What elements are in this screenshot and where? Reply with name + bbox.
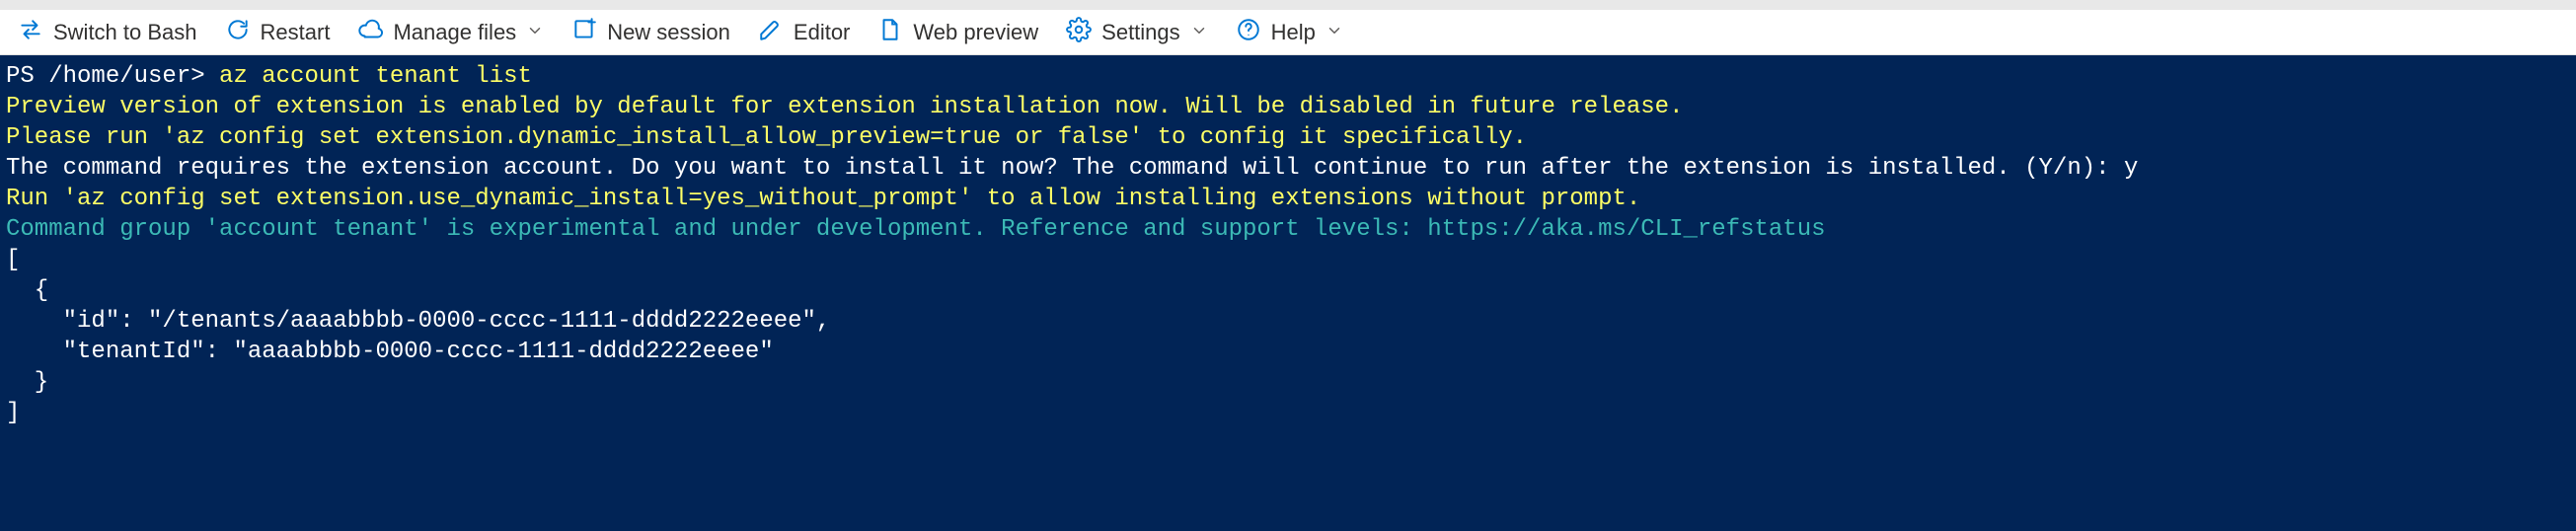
web-preview-label: Web preview (913, 20, 1038, 45)
swap-icon (18, 17, 43, 48)
cloud-shell-toolbar: Switch to Bash Restart Manage files (0, 10, 2576, 55)
editor-icon (758, 17, 784, 48)
cloud-files-icon (357, 17, 383, 48)
chevron-down-icon (526, 20, 544, 45)
web-preview-icon (877, 17, 903, 48)
json-output-line: ] (6, 400, 20, 426)
json-output-line: } (6, 369, 48, 396)
new-session-icon (571, 17, 597, 48)
restart-button[interactable]: Restart (225, 17, 331, 48)
json-output-line: "tenantId": "aaaabbbb-0000-cccc-1111-ddd… (6, 339, 774, 365)
help-button[interactable]: Help (1236, 17, 1343, 48)
editor-button[interactable]: Editor (758, 17, 850, 48)
prompt-prefix: PS /home/user> (6, 63, 219, 90)
dynamic-install-line: Run 'az config set extension.use_dynamic… (6, 186, 1640, 212)
chevron-down-icon (1190, 20, 1208, 45)
gear-icon (1066, 17, 1092, 48)
settings-label: Settings (1101, 20, 1180, 45)
restart-icon (225, 17, 251, 48)
help-icon (1236, 17, 1261, 48)
json-output-line: "id": "/tenants/aaaabbbb-0000-cccc-1111-… (6, 308, 830, 335)
new-session-button[interactable]: New session (571, 17, 730, 48)
settings-button[interactable]: Settings (1066, 17, 1208, 48)
json-output-line: { (6, 277, 48, 304)
restart-label: Restart (261, 20, 331, 45)
manage-files-label: Manage files (393, 20, 516, 45)
top-spacer (0, 0, 2576, 10)
new-session-label: New session (607, 20, 730, 45)
terminal-output[interactable]: PS /home/user> az account tenant list Pr… (0, 55, 2576, 531)
switch-shell-button[interactable]: Switch to Bash (18, 17, 197, 48)
web-preview-button[interactable]: Web preview (877, 17, 1038, 48)
help-label: Help (1271, 20, 1316, 45)
experimental-line: Command group 'account tenant' is experi… (6, 216, 1826, 243)
preview-line-1: Preview version of extension is enabled … (6, 94, 1683, 120)
manage-files-button[interactable]: Manage files (357, 17, 544, 48)
preview-line-2: Please run 'az config set extension.dyna… (6, 124, 1527, 151)
json-output-line: [ (6, 247, 20, 273)
editor-label: Editor (794, 20, 850, 45)
switch-shell-label: Switch to Bash (53, 20, 197, 45)
command-text: az account tenant list (219, 63, 532, 90)
chevron-down-icon (1326, 20, 1343, 45)
install-prompt-line: The command requires the extension accou… (6, 155, 2138, 182)
